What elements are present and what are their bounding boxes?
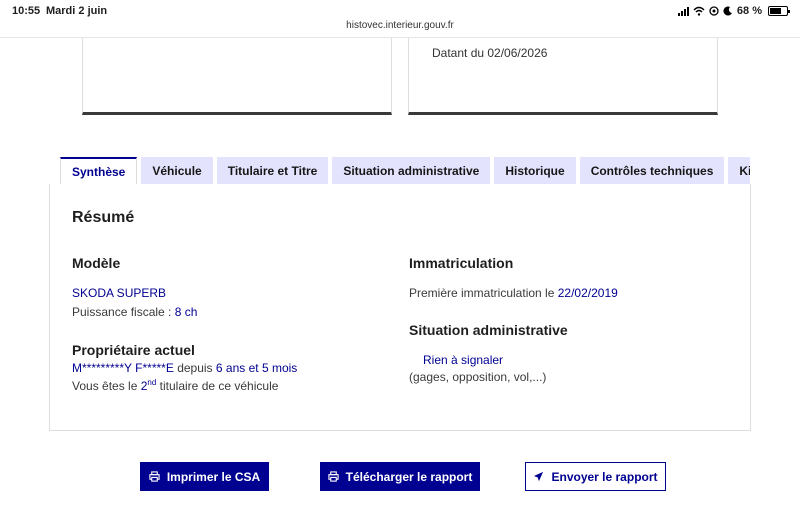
send-icon: [534, 471, 544, 482]
download-report-button[interactable]: Télécharger le rapport: [320, 462, 480, 491]
battery-percent: 68 %: [736, 5, 762, 17]
info-card-right: Datant du 02/06/2026: [408, 38, 718, 115]
tab-controles-techniques[interactable]: Contrôles techniques: [579, 157, 725, 185]
download-report-label: Télécharger le rapport: [345, 469, 473, 484]
send-report-button[interactable]: Envoyer le rapport: [525, 462, 666, 491]
printer-icon: [328, 471, 339, 482]
printer-icon: [149, 471, 160, 482]
location-icon: [709, 6, 719, 16]
registration-date: 22/02/2019: [557, 286, 618, 300]
summary-panel: Résumé Modèle SKODA SUPERB Puissance fis…: [49, 184, 751, 431]
moon-icon: [723, 6, 732, 16]
tab-bar: Synthèse Véhicule Titulaire et Titre Sit…: [60, 157, 750, 185]
rank-number: 2nd: [140, 378, 157, 393]
owner-line: M*********Y F*****E depuis 6 ans et 5 mo…: [72, 361, 297, 375]
signal-icon: [677, 6, 689, 16]
situation-heading: Situation administrative: [409, 322, 568, 338]
puissance-value: 8 ch: [174, 305, 198, 319]
owner-duration: 6 ans et 5 mois: [215, 361, 298, 375]
puissance-label: Puissance fiscale :: [72, 305, 172, 319]
rank-rest: titulaire de ce véhicule: [159, 379, 279, 393]
situation-note: (gages, opposition, vol,...): [409, 370, 547, 384]
report-date: Datant du 02/06/2026: [432, 46, 548, 60]
owner-since-label: depuis: [177, 361, 213, 375]
status-indicators: 68 %: [677, 5, 790, 17]
tab-situation-administrative[interactable]: Situation administrative: [332, 157, 491, 185]
panel-title: Résumé: [72, 209, 135, 226]
tab-kilometrage[interactable]: Kilométrage: [728, 157, 750, 185]
send-report-label: Envoyer le rapport: [551, 469, 658, 484]
vehicle-model: SKODA SUPERB: [72, 286, 167, 300]
wifi-icon: [693, 6, 705, 16]
print-csa-button[interactable]: Imprimer le CSA: [140, 462, 269, 491]
battery-icon: [768, 6, 790, 16]
tab-historique[interactable]: Historique: [494, 157, 576, 185]
proprietaire-heading: Propriétaire actuel: [72, 342, 195, 358]
immatriculation-heading: Immatriculation: [409, 255, 514, 271]
owner-name: M*********Y F*****E: [72, 361, 174, 375]
info-card-left: [82, 38, 392, 115]
url-bar[interactable]: histovec.interieur.gouv.fr: [0, 20, 800, 36]
status-bar: 10:55 Mardi 2 juin 68 %: [0, 0, 800, 22]
situation-status: Rien à signaler: [423, 353, 504, 367]
tab-vehicule[interactable]: Véhicule: [141, 157, 213, 185]
first-registration: Première immatriculation le 22/02/2019: [409, 286, 618, 300]
print-csa-label: Imprimer le CSA: [166, 469, 261, 484]
modele-heading: Modèle: [72, 255, 121, 271]
rank-prefix: Vous êtes le: [72, 379, 138, 393]
tab-titulaire-titre[interactable]: Titulaire et Titre: [216, 157, 329, 185]
status-date: Mardi 2 juin: [46, 5, 108, 17]
owner-rank: Vous êtes le 2nd titulaire de ce véhicul…: [72, 378, 278, 393]
puissance-fiscale: Puissance fiscale : 8 ch: [72, 305, 197, 319]
registration-label: Première immatriculation le: [409, 286, 555, 300]
status-time: 10:55: [12, 5, 41, 17]
tab-synthese[interactable]: Synthèse: [60, 157, 138, 185]
